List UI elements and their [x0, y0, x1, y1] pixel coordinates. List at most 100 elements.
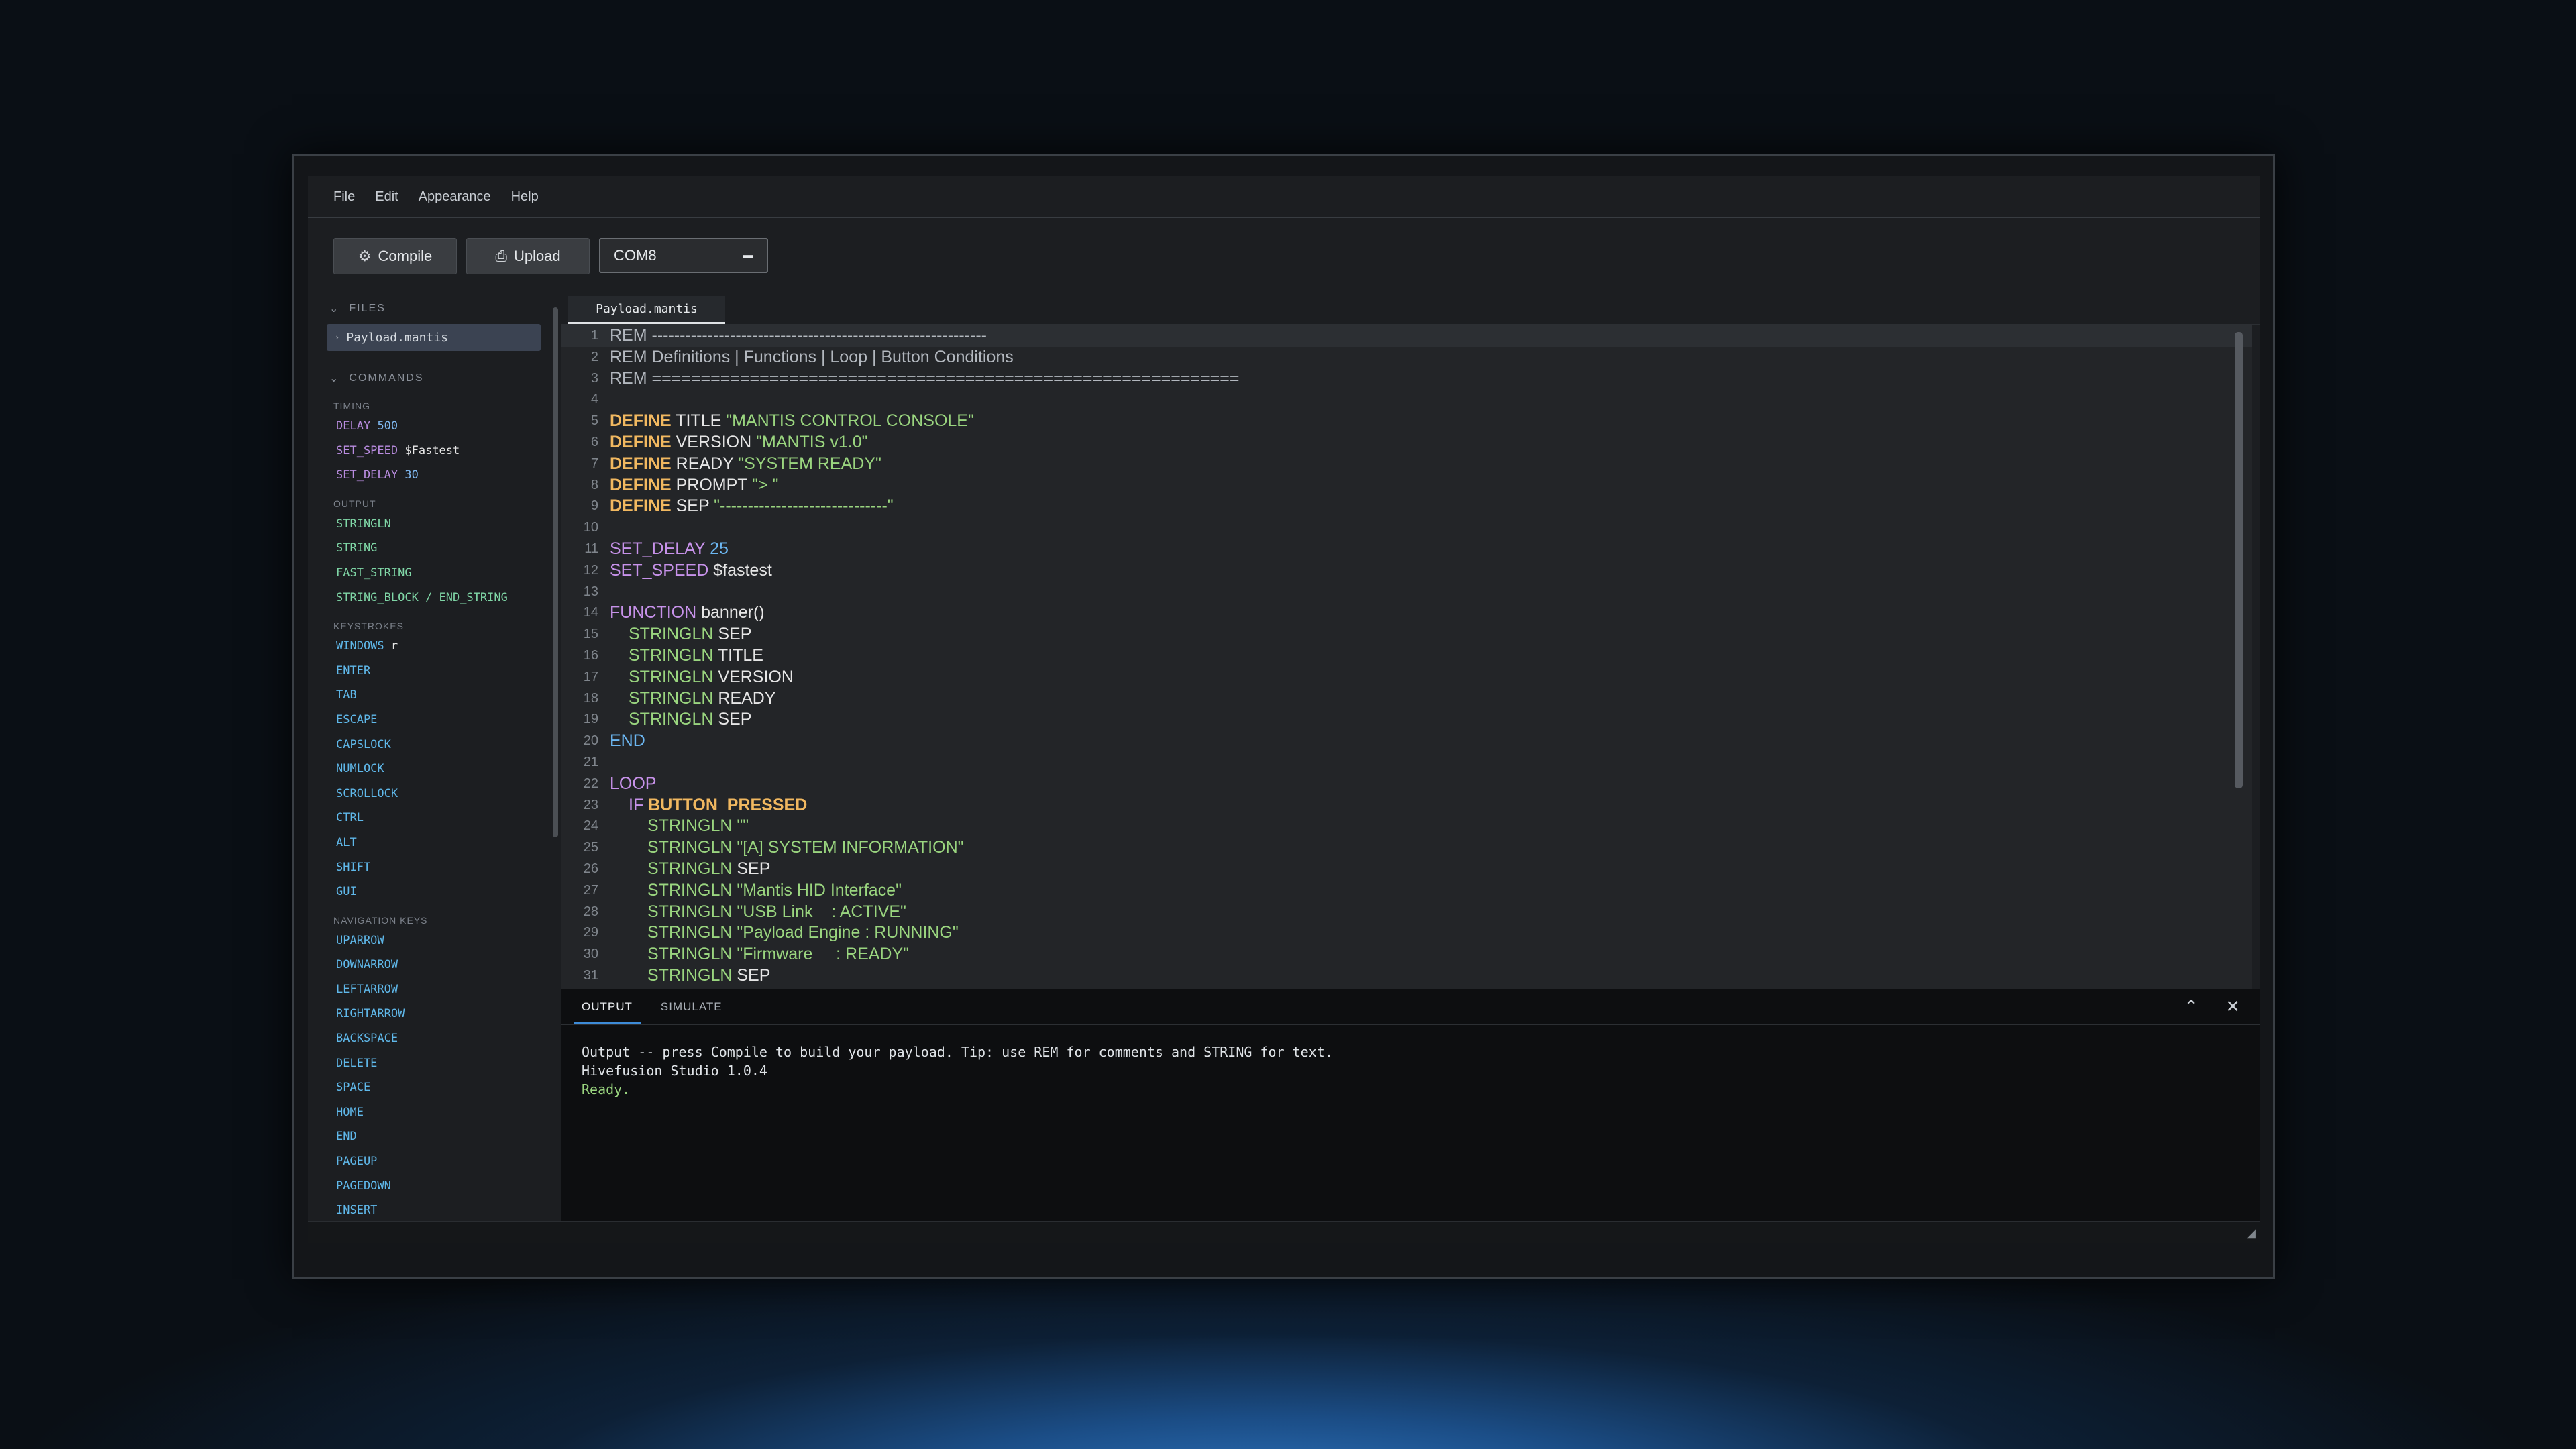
code-line[interactable]: 17 STRINGLN VERSION — [561, 667, 2252, 688]
command-uparrow[interactable]: UPARROW — [321, 928, 546, 953]
code-line[interactable]: 25 STRINGLN "[A] SYSTEM INFORMATION" — [561, 837, 2252, 859]
command-home[interactable]: HOME — [321, 1100, 546, 1125]
line-number: 2 — [590, 349, 598, 364]
tab-simulate[interactable]: SIMULATE — [661, 989, 722, 1024]
command-end[interactable]: END — [321, 1124, 546, 1149]
command-numlock[interactable]: NUMLOCK — [321, 757, 546, 782]
code-line[interactable]: 5 DEFINE TITLE "MANTIS CONTROL CONSOLE" — [561, 411, 2252, 432]
compile-button[interactable]: ⚙ Compile — [333, 238, 457, 274]
line-number: 30 — [583, 947, 598, 962]
line-number: 31 — [583, 967, 598, 983]
command-gui[interactable]: GUI — [321, 879, 546, 904]
chevron-up-icon[interactable]: ⌃ — [2184, 996, 2198, 1017]
code-line[interactable]: 7 DEFINE READY "SYSTEM READY" — [561, 453, 2252, 475]
code-line[interactable]: 4 — [561, 389, 2252, 411]
command-string-block[interactable]: STRING_BLOCK / END_STRING — [321, 586, 546, 610]
command-escape[interactable]: ESCAPE — [321, 708, 546, 733]
code-line[interactable]: 21 — [561, 752, 2252, 773]
command-insert[interactable]: INSERT — [321, 1198, 546, 1223]
close-icon[interactable]: ✕ — [2225, 996, 2240, 1017]
command-windows[interactable]: WINDOWS r — [321, 634, 546, 659]
menu-edit[interactable]: Edit — [375, 189, 398, 205]
command-scrollock[interactable]: SCROLLOCK — [321, 782, 546, 806]
code-lines: 1 REM -----------------------------------… — [561, 325, 2252, 987]
sidebar-scrollbar[interactable] — [553, 307, 558, 837]
code-line[interactable]: 19 STRINGLN SEP — [561, 709, 2252, 731]
command-tab[interactable]: TAB — [321, 683, 546, 708]
menu-help[interactable]: Help — [511, 189, 539, 205]
line-number: 23 — [583, 797, 598, 812]
code-line[interactable]: 12 SET_SPEED $fastest — [561, 560, 2252, 582]
code-line[interactable]: 24 STRINGLN "" — [561, 816, 2252, 837]
commands-section-header[interactable]: ⌄ COMMANDS — [321, 367, 546, 390]
code-text: STRINGLN "Mantis HID Interface" — [647, 880, 902, 900]
menu-appearance[interactable]: Appearance — [419, 189, 491, 205]
code-line[interactable]: 15 STRINGLN SEP — [561, 624, 2252, 645]
upload-button[interactable]: ⎙ Upload — [466, 238, 590, 274]
editor-area: Payload.mantis 1 REM --------------------… — [561, 290, 2260, 1243]
command-backspace[interactable]: BACKSPACE — [321, 1026, 546, 1051]
code-line[interactable]: 20 END — [561, 731, 2252, 752]
menu-file[interactable]: File — [333, 189, 355, 205]
files-section-header[interactable]: ⌄ FILES — [321, 297, 546, 320]
command-capslock[interactable]: CAPSLOCK — [321, 733, 546, 757]
code-text: STRINGLN "USB Link : ACTIVE" — [647, 902, 906, 921]
command-pageup[interactable]: PAGEUP — [321, 1149, 546, 1174]
code-line[interactable]: 10 — [561, 517, 2252, 539]
compile-label: Compile — [378, 248, 433, 264]
editor-scrollbar[interactable] — [2235, 332, 2243, 788]
command-space[interactable]: SPACE — [321, 1075, 546, 1100]
code-text: FUNCTION banner() — [610, 603, 765, 623]
line-number: 20 — [583, 733, 598, 749]
code-line[interactable]: 6 DEFINE VERSION "MANTIS v1.0" — [561, 432, 2252, 453]
code-line[interactable]: 11 SET_DELAY 25 — [561, 539, 2252, 560]
command-delete[interactable]: DELETE — [321, 1051, 546, 1076]
code-line[interactable]: 22 LOOP — [561, 773, 2252, 795]
command-set-speed[interactable]: SET_SPEED $Fastest — [321, 439, 546, 464]
command-stringln[interactable]: STRINGLN — [321, 512, 546, 537]
code-line[interactable]: 3 REM ===================================… — [561, 368, 2252, 390]
code-editor[interactable]: 1 REM -----------------------------------… — [561, 325, 2252, 989]
command-ctrl[interactable]: CTRL — [321, 806, 546, 830]
command-string[interactable]: STRING — [321, 536, 546, 561]
tab-output[interactable]: OUTPUT — [574, 989, 641, 1024]
group-title-timing: TIMING — [333, 400, 370, 411]
port-select[interactable]: COM8 ▬ — [599, 238, 768, 273]
code-line[interactable]: 23 IF BUTTON_PRESSED — [561, 795, 2252, 816]
code-line[interactable]: 31 STRINGLN SEP — [561, 965, 2252, 987]
code-line[interactable]: 18 STRINGLN READY — [561, 688, 2252, 710]
command-shift[interactable]: SHIFT — [321, 855, 546, 880]
code-line[interactable]: 2 REM Definitions | Functions | Loop | Bu… — [561, 347, 2252, 368]
command-pagedown[interactable]: PAGEDOWN — [321, 1174, 546, 1199]
command-name: WINDOWS — [336, 639, 384, 653]
command-delay[interactable]: DELAY 500 — [321, 414, 546, 439]
file-item-payload[interactable]: › Payload.mantis — [327, 324, 541, 351]
command-enter[interactable]: ENTER — [321, 659, 546, 684]
code-line[interactable]: 29 STRINGLN "Payload Engine : RUNNING" — [561, 922, 2252, 944]
command-rightarrow[interactable]: RIGHTARROW — [321, 1002, 546, 1026]
line-number: 4 — [590, 392, 598, 407]
code-line[interactable]: 13 — [561, 582, 2252, 603]
command-fast-string[interactable]: FAST_STRING — [321, 561, 546, 586]
command-leftarrow[interactable]: LEFTARROW — [321, 977, 546, 1002]
command-downarrow[interactable]: DOWNARROW — [321, 953, 546, 977]
tab-payload-mantis[interactable]: Payload.mantis — [568, 296, 725, 324]
code-line[interactable]: 8 DEFINE PROMPT "> " — [561, 475, 2252, 496]
status-bar: ◢ — [308, 1221, 2260, 1243]
command-set-delay[interactable]: SET_DELAY 30 — [321, 463, 546, 488]
code-line[interactable]: 9 DEFINE SEP "---------------------------… — [561, 496, 2252, 517]
code-line[interactable]: 28 STRINGLN "USB Link : ACTIVE" — [561, 902, 2252, 923]
code-line[interactable]: 16 STRINGLN TITLE — [561, 645, 2252, 667]
code-line[interactable]: 26 STRINGLN SEP — [561, 859, 2252, 880]
chevron-down-icon: ⌄ — [329, 373, 340, 384]
code-text: SET_SPEED $fastest — [610, 560, 772, 580]
command-alt[interactable]: ALT — [321, 830, 546, 855]
files-header-label: FILES — [349, 303, 386, 314]
code-line[interactable]: 27 STRINGLN "Mantis HID Interface" — [561, 880, 2252, 902]
line-number: 26 — [583, 861, 598, 876]
resize-grip-icon[interactable]: ◢ — [2247, 1226, 2256, 1240]
line-number: 17 — [583, 669, 598, 684]
code-line[interactable]: 30 STRINGLN "Firmware : READY" — [561, 944, 2252, 965]
code-line[interactable]: 1 REM -----------------------------------… — [561, 325, 2252, 347]
code-line[interactable]: 14 FUNCTION banner() — [561, 602, 2252, 624]
